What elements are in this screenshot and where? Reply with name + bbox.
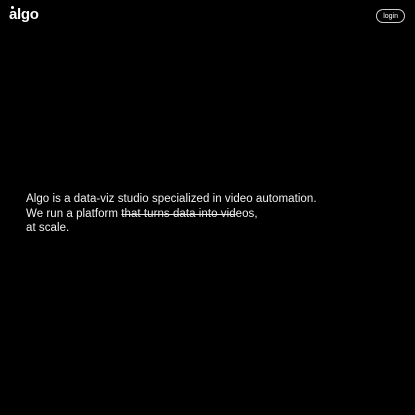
hero-line-3: at scale. <box>26 222 70 234</box>
logo-accent-dot <box>11 6 14 9</box>
login-button[interactable]: login <box>376 9 405 23</box>
logo-wordmark: algo <box>9 6 39 24</box>
hero-statement: Algo is a data-viz studio specialized in… <box>26 192 376 236</box>
hero-line-2-prefix: We run a platform <box>26 207 122 220</box>
hero-line-2-suffix: eos, <box>235 207 258 220</box>
hero-struck-text: that turns data into vid <box>121 207 236 220</box>
page: algo login Algo is a data-viz studio spe… <box>0 0 415 415</box>
logo[interactable]: algo <box>9 6 39 24</box>
hero-line-2: We run a platform that turns data into v… <box>26 207 376 222</box>
hero-line-1: Algo is a data-viz studio specialized in… <box>26 193 317 205</box>
